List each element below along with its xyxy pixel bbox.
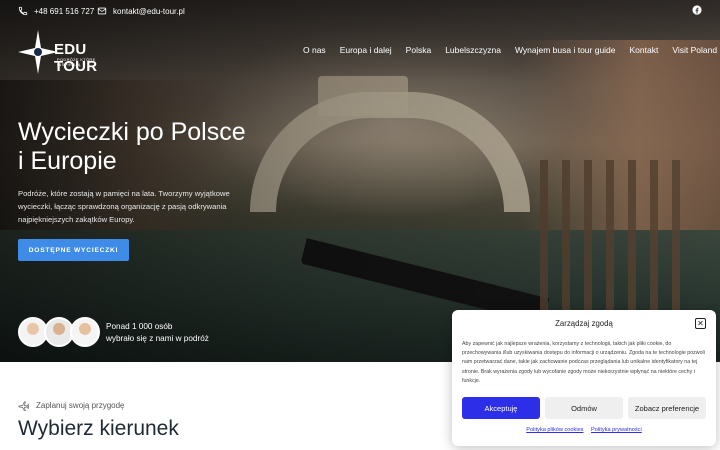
nav-item-wynajem[interactable]: Wynajem busa i tour guide [515, 45, 616, 55]
available-trips-button[interactable]: Dostępne wycieczki [18, 239, 129, 261]
airplane-icon [18, 401, 29, 411]
cookie-title: Zarządzaj zgodą [555, 319, 613, 328]
nav-item-label: O nas [303, 45, 326, 55]
compass-star-icon [18, 30, 58, 74]
topbar-email[interactable]: kontakt@edu-tour.pl [97, 6, 185, 16]
hero-title-line1: Wycieczki po Polsce [18, 118, 246, 146]
nav-item-kontakt[interactable]: Kontakt [630, 45, 659, 55]
nav-item-polska[interactable]: Polska [406, 45, 432, 55]
hero-title-line2: i Europie [18, 147, 117, 175]
nav-item-lubelszczyzna[interactable]: Lubelszczyzna [445, 45, 501, 55]
nav-item-o-nas[interactable]: O nas [303, 45, 326, 55]
close-icon[interactable]: ✕ [695, 318, 706, 329]
cookie-policy-link[interactable]: Polityka plików cookies [526, 427, 583, 433]
nav-item-label: Visit Poland [672, 45, 718, 55]
nav-item-europa[interactable]: Europa i dalej [340, 45, 392, 55]
brand-logo[interactable]: EDU TOUR PODRÓŻE KTÓRE INSPIRUJĄ [18, 30, 118, 75]
customer-avatars [18, 317, 102, 347]
section-kicker: Zaplanuj swoją przygodę [18, 400, 125, 411]
topbar-phone[interactable]: +48 691 516 727 [18, 6, 94, 16]
social-proof-line1: Ponad 1 000 osób [106, 322, 173, 331]
topbar-phone-text: +48 691 516 727 [34, 6, 95, 16]
section-kicker-text: Zaplanuj swoją przygodę [36, 401, 125, 410]
reject-button[interactable]: Odmów [545, 397, 623, 419]
cookie-buttons: Akceptuję Odmów Zobacz preferencje [462, 397, 706, 419]
cookie-policy-links: Polityka plików cookies Polityka prywatn… [452, 427, 716, 433]
hero-description: Podróże, które zostają w pamięci na lata… [18, 189, 230, 224]
facebook-link[interactable] [692, 5, 702, 15]
topbar: +48 691 516 727 kontakt@edu-tour.pl [0, 0, 720, 24]
preferences-button[interactable]: Zobacz preferencje [628, 397, 706, 419]
cookie-body-text: Aby zapewnić jak najlepsze wrażenia, kor… [462, 341, 705, 384]
nav-item-visit-poland[interactable]: Visit Poland [672, 45, 720, 55]
facebook-icon [692, 5, 702, 15]
social-proof-text: Ponad 1 000 osób wybrało się z nami w po… [106, 321, 226, 345]
social-proof-line2: wybrało się z nami w podróż [106, 334, 209, 343]
accept-button[interactable]: Akceptuję [462, 397, 540, 419]
nav-item-label: Wynajem busa i tour guide [514, 45, 616, 55]
main-nav: O nas Europa i dalej Polska Lubelszczyzn… [303, 45, 720, 55]
cookie-consent-dialog: Zarządzaj zgodą ✕ Aby zapewnić jak najle… [452, 310, 716, 446]
mail-icon [97, 7, 107, 15]
phone-icon [18, 6, 28, 16]
topbar-email-text: kontakt@edu-tour.pl [113, 6, 185, 16]
nav-item-label: Polska [405, 45, 432, 55]
avatar [70, 317, 100, 347]
section-title: Wybierz kierunek [18, 417, 179, 440]
brand-tagline: PODRÓŻE KTÓRE INSPIRUJĄ [57, 57, 96, 67]
nav-item-label: Kontakt [629, 45, 659, 55]
hero-title: Wycieczki po Polsce i Europie [18, 118, 318, 176]
nav-item-label: Europa i dalej [339, 45, 392, 55]
nav-item-label: Lubelszczyzna [445, 45, 501, 55]
privacy-policy-link[interactable]: Polityka prywatności [591, 427, 642, 433]
hero-section: +48 691 516 727 kontakt@edu-tour.pl EDU … [0, 0, 720, 362]
